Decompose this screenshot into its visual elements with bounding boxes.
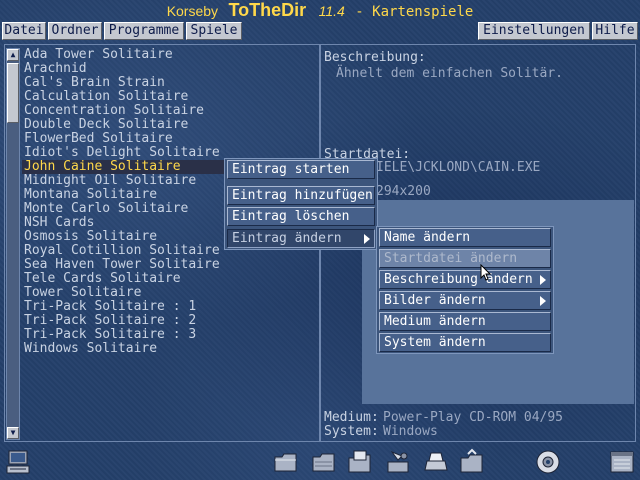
menu-programme-button[interactable]: Programme — [104, 22, 184, 40]
medium-value: Power-Play CD-ROM 04/95 — [383, 410, 564, 425]
folder-icon[interactable] — [272, 448, 300, 476]
system-value: Windows — [383, 424, 438, 439]
list-scrollbar[interactable]: ▲ ▼ — [6, 48, 20, 440]
menu-item-edit-entry[interactable]: Eintrag ändern — [227, 229, 375, 248]
submenu-item-edit-pictures-label: Bilder ändern — [384, 293, 486, 308]
list-item[interactable]: Tower Solitaire — [22, 286, 322, 300]
list-item[interactable]: Calculation Solitaire — [22, 90, 322, 104]
list-item[interactable]: Double Deck Solitaire — [22, 118, 322, 132]
menu-item-edit-entry-label: Eintrag ändern — [232, 231, 342, 246]
cd-icon[interactable] — [534, 448, 562, 476]
list-item[interactable]: Concentration Solitaire — [22, 104, 322, 118]
scroll-up-arrow-icon[interactable]: ▲ — [7, 49, 19, 61]
list-item[interactable]: Windows Solitaire — [22, 342, 322, 356]
system-label: System: — [324, 424, 379, 439]
description-label: Beschreibung: — [324, 50, 426, 65]
submenu-item-edit-system[interactable]: System ändern — [379, 333, 551, 352]
list-item[interactable]: Cal's Brain Strain — [22, 76, 322, 90]
scroll-thumb[interactable] — [7, 63, 19, 123]
startfile-value: IELE\JCKLOND\CAIN.EXE — [376, 160, 541, 175]
list-item[interactable]: Tri-Pack Solitaire : 2 — [22, 314, 322, 328]
window-title: Korseby ToTheDir 11.4 - Kartenspiele — [0, 0, 640, 20]
list-item[interactable]: Tele Cards Solitaire — [22, 272, 322, 286]
submenu-item-edit-name[interactable]: Name ändern — [379, 228, 551, 247]
folder-icon[interactable] — [310, 448, 338, 476]
submenu-item-edit-description[interactable]: Beschreibung ändern — [379, 270, 551, 289]
submenu-item-edit-startfile[interactable]: Startdatei ändern — [379, 249, 551, 268]
description-text: Ähnelt dem einfachen Solitär. — [336, 66, 563, 81]
title-brand: Korseby — [166, 3, 219, 19]
list-item[interactable]: Sea Haven Tower Solitaire — [22, 258, 322, 272]
tools-icon[interactable] — [384, 448, 412, 476]
submenu-arrow-icon — [540, 275, 546, 285]
submenu-arrow-icon — [364, 234, 370, 244]
menu-item-delete-entry[interactable]: Eintrag löschen — [227, 207, 375, 226]
help-button[interactable]: Hilfe — [592, 22, 638, 40]
title-subtitle: - Kartenspiele — [355, 4, 474, 20]
menu-item-add-entry[interactable]: Eintrag hinzufügen — [227, 186, 375, 205]
settings-button[interactable]: Einstellungen — [478, 22, 590, 40]
computer-icon[interactable] — [4, 448, 32, 476]
printer-icon[interactable] — [422, 448, 450, 476]
list-item[interactable]: Tri-Pack Solitaire : 3 — [22, 328, 322, 342]
context-menu: Eintrag starten Eintrag hinzufügen Eintr… — [224, 158, 378, 250]
list-item[interactable]: Arachnid — [22, 62, 322, 76]
window-icon[interactable] — [608, 448, 636, 476]
submenu-item-edit-description-label: Beschreibung ändern — [384, 272, 533, 287]
submenu-item-edit-pictures[interactable]: Bilder ändern — [379, 291, 551, 310]
menu-ordner-button[interactable]: Ordner — [48, 22, 102, 40]
list-item[interactable]: Tri-Pack Solitaire : 1 — [22, 300, 322, 314]
list-item[interactable]: Ada Tower Solitaire — [22, 48, 322, 62]
submenu-arrow-icon — [540, 296, 546, 306]
submenu-item-edit-medium[interactable]: Medium ändern — [379, 312, 551, 331]
folder-icon[interactable] — [458, 448, 486, 476]
title-app: ToTheDir — [228, 0, 307, 20]
list-item[interactable]: FlowerBed Solitaire — [22, 132, 322, 146]
menu-item-start-entry[interactable]: Eintrag starten — [227, 160, 375, 179]
scroll-down-arrow-icon[interactable]: ▼ — [7, 427, 19, 439]
edit-submenu: Name ändern Startdatei ändern Beschreibu… — [376, 226, 554, 354]
folder-icon[interactable] — [346, 448, 374, 476]
resolution-text: 294x200 — [376, 184, 431, 199]
mouse-pointer-icon — [480, 264, 492, 281]
menu-spiele-button[interactable]: Spiele — [186, 22, 242, 40]
menu-datei-button[interactable]: Datei — [2, 22, 46, 40]
medium-label: Medium: — [324, 410, 379, 425]
title-version: 11.4 — [318, 3, 345, 19]
